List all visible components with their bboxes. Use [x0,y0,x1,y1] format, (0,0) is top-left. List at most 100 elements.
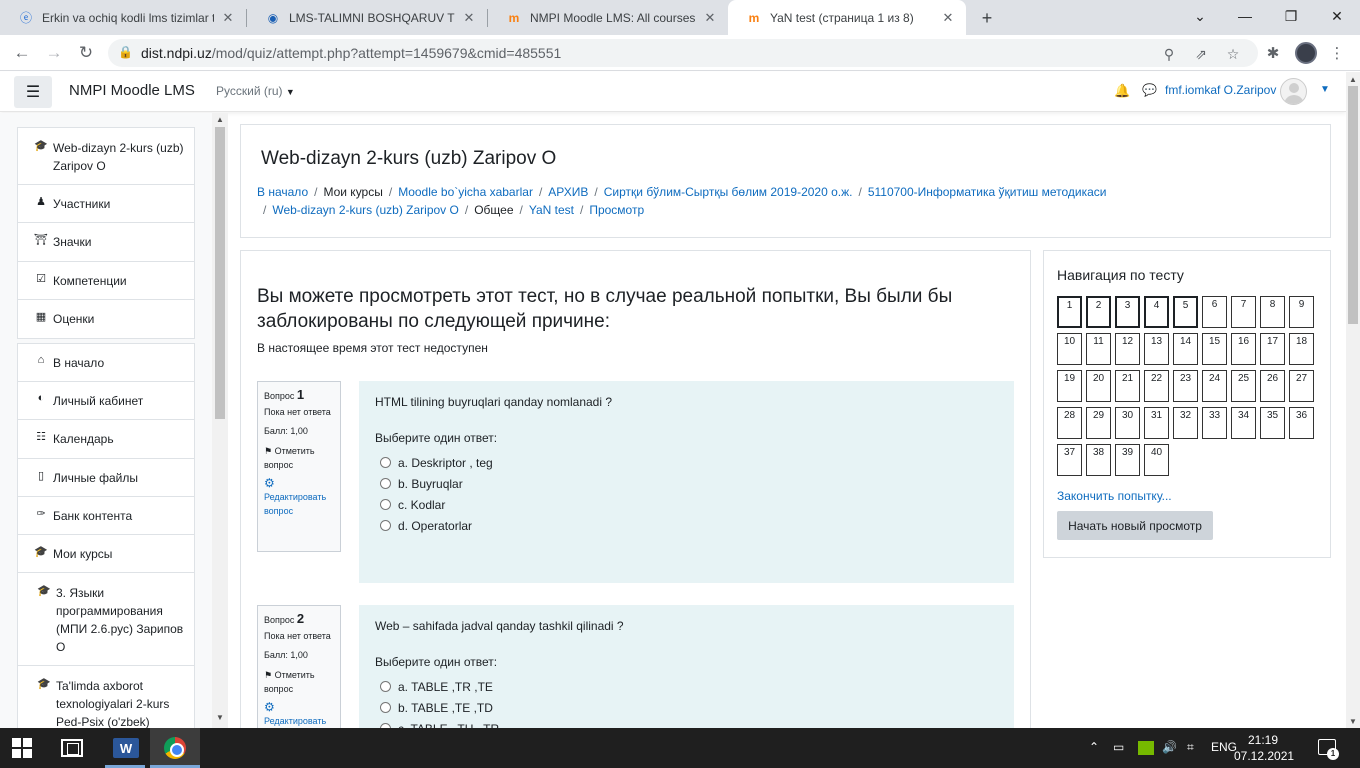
minimize-button[interactable]: — [1222,0,1268,32]
new-tab-button[interactable]: + [976,7,998,29]
volume-icon[interactable]: 🔊 [1162,740,1177,754]
breadcrumb-item[interactable]: Просмотр [589,203,644,217]
share-icon[interactable]: ⇗ [1192,45,1210,63]
drawer-item-course-link[interactable]: 🎓 3. Языки программирования (МПИ 2.6.рус… [18,573,194,666]
tray-chevron-icon[interactable]: ⌃ [1089,740,1099,754]
user-name[interactable]: fmf.iomkaf O.Zaripov [1165,83,1276,97]
radio-button[interactable] [380,702,391,713]
drawer-item-competencies[interactable]: ☑ Компетенции [18,262,194,300]
scrollbar-thumb[interactable] [1348,86,1358,324]
quiz-nav-question-button[interactable]: 26 [1260,370,1285,402]
answer-option[interactable]: b. TABLE ,TE ,TD [375,697,998,718]
quiz-nav-question-button[interactable]: 6 [1202,296,1227,328]
language-selector[interactable]: Русский (ru) ▼ [216,84,295,98]
browser-tab[interactable]: ⓔ Erkin va ochiq kodli lms tizimlar t ✕ [0,0,246,35]
breadcrumb-item[interactable]: 5110700-Информатика ўқитиш методикаси [868,185,1107,199]
quiz-nav-question-button[interactable]: 19 [1057,370,1082,402]
finish-attempt-link[interactable]: Закончить попытку... [1057,489,1172,503]
breadcrumb-item[interactable]: Moodle bo`yicha xabarlar [398,185,533,199]
close-icon[interactable]: ✕ [220,10,236,26]
messages-icon[interactable]: 💬 [1142,83,1157,97]
gear-icon[interactable]: ⚙ [264,476,334,490]
quiz-nav-question-button[interactable]: 12 [1115,333,1140,365]
drawer-item-course[interactable]: 🎓 Web-dizayn 2-kurs (uzb) Zaripov O [18,128,194,185]
answer-option[interactable]: c. Kodlar [375,494,998,515]
quiz-nav-question-button[interactable]: 15 [1202,333,1227,365]
answer-option[interactable]: b. Buyruqlar [375,473,998,494]
quiz-nav-question-button[interactable]: 34 [1231,407,1256,439]
browser-tab-active[interactable]: m YaN test (страница 1 из 8) ✕ [728,0,966,35]
reload-icon[interactable]: ↻ [74,41,98,65]
drawer-item-participants[interactable]: ♟ Участники [18,185,194,223]
windows-start-icon[interactable] [12,738,32,758]
bookmark-star-icon[interactable]: ☆ [1224,45,1242,63]
menu-dots-icon[interactable]: ⋮ [1327,43,1347,63]
back-icon[interactable]: ← [10,41,34,65]
radio-button[interactable] [380,499,391,510]
breadcrumb-item[interactable]: Web-dizayn 2-kurs (uzb) Zaripov O [272,203,459,217]
drawer-item-my-courses[interactable]: 🎓 Мои курсы [18,535,194,573]
chrome-app-icon[interactable] [164,737,186,759]
flag-question-link[interactable]: ⚑ Отметить вопрос [264,668,334,696]
drawer-item-content-bank[interactable]: ✑ Банк контента [18,497,194,535]
close-icon[interactable]: ✕ [940,10,956,26]
quiz-nav-question-button[interactable]: 31 [1144,407,1169,439]
zoom-icon[interactable]: ⚲ [1160,45,1178,63]
battery-icon[interactable]: ▭ [1113,740,1124,754]
hamburger-menu-icon[interactable]: ☰ [14,76,52,108]
scroll-down-icon[interactable]: ▼ [1346,714,1360,728]
lock-icon[interactable]: 🔒 [118,45,133,59]
browser-tab[interactable]: m NMPI Moodle LMS: All courses ✕ [488,0,728,35]
close-window-button[interactable]: ✕ [1314,0,1360,32]
task-view-icon[interactable] [61,739,83,757]
breadcrumb-item[interactable]: Сиртқи бўлим-Сыртқы бөлим 2019-2020 о.ж. [604,185,853,199]
notifications-bell-icon[interactable]: 🔔 [1114,83,1130,99]
drawer-scrollbar[interactable]: ▲ ▼ [212,113,228,728]
drawer-item-badges[interactable]: ⛩ Значки [18,223,194,262]
quiz-nav-question-button[interactable]: 3 [1115,296,1140,328]
quiz-nav-question-button[interactable]: 38 [1086,444,1111,476]
scroll-down-icon[interactable]: ▼ [216,713,224,722]
breadcrumb-item[interactable]: В начало [257,185,308,199]
quiz-nav-question-button[interactable]: 36 [1289,407,1314,439]
radio-button[interactable] [380,457,391,468]
close-icon[interactable]: ✕ [702,10,718,26]
quiz-nav-question-button[interactable]: 37 [1057,444,1082,476]
word-app-icon[interactable]: W [113,738,139,758]
answer-option[interactable]: a. Deskriptor , teg [375,452,998,473]
quiz-nav-question-button[interactable]: 29 [1086,407,1111,439]
quiz-nav-question-button[interactable]: 5 [1173,296,1198,328]
breadcrumb-item[interactable]: АРХИВ [548,185,588,199]
quiz-nav-question-button[interactable]: 13 [1144,333,1169,365]
radio-button[interactable] [380,478,391,489]
extensions-icon[interactable]: ✱ [1263,43,1283,63]
forward-icon[interactable]: → [42,41,66,65]
wifi-icon[interactable]: ⌗ [1187,740,1194,755]
quiz-nav-question-button[interactable]: 39 [1115,444,1140,476]
gear-icon[interactable]: ⚙ [264,700,334,714]
radio-button[interactable] [380,520,391,531]
quiz-nav-question-button[interactable]: 30 [1115,407,1140,439]
user-avatar[interactable] [1280,78,1307,105]
drawer-item-grades[interactable]: ▦ Оценки [18,300,194,338]
quiz-nav-question-button[interactable]: 21 [1115,370,1140,402]
quiz-nav-question-button[interactable]: 16 [1231,333,1256,365]
close-icon[interactable]: ✕ [461,10,477,26]
user-menu-caret-icon[interactable]: ▼ [1320,84,1330,95]
quiz-nav-question-button[interactable]: 33 [1202,407,1227,439]
nvidia-icon[interactable] [1138,741,1154,755]
quiz-nav-question-button[interactable]: 10 [1057,333,1082,365]
quiz-nav-question-button[interactable]: 20 [1086,370,1111,402]
quiz-nav-question-button[interactable]: 7 [1231,296,1256,328]
quiz-nav-question-button[interactable]: 23 [1173,370,1198,402]
answer-option[interactable]: a. TABLE ,TR ,TE [375,676,998,697]
address-bar[interactable]: 🔒 dist.ndpi.uz/mod/quiz/attempt.php?atte… [108,39,1258,67]
edit-question-link[interactable]: Редактировать вопрос [264,490,334,518]
quiz-nav-question-button[interactable]: 18 [1289,333,1314,365]
quiz-nav-question-button[interactable]: 4 [1144,296,1169,328]
start-new-preview-button[interactable]: Начать новый просмотр [1057,511,1213,540]
quiz-nav-question-button[interactable]: 40 [1144,444,1169,476]
scroll-up-icon[interactable]: ▲ [216,115,224,124]
quiz-nav-question-button[interactable]: 28 [1057,407,1082,439]
clock[interactable]: 21:19 07.12.2021 [1234,732,1294,764]
